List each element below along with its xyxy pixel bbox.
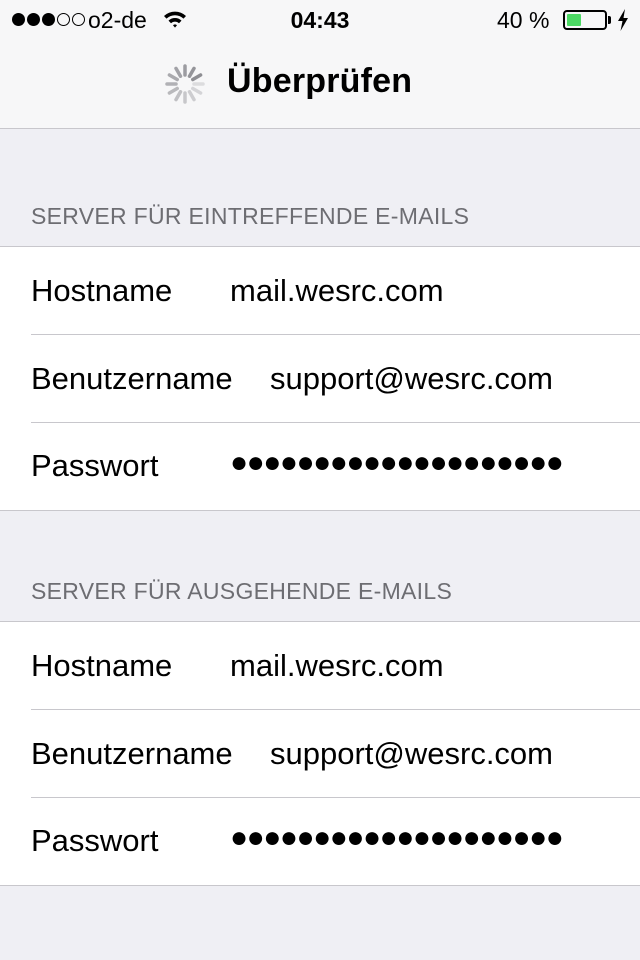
battery-percentage: 40 % <box>497 7 550 33</box>
outgoing-hostname-field[interactable]: mail.wesrc.com <box>230 648 444 684</box>
spinner-spoke <box>167 86 179 95</box>
outgoing-server-group: Hostname mail.wesrc.com Benutzername sup… <box>0 621 640 886</box>
incoming-username-row[interactable]: Benutzername support@wesrc.com <box>0 335 640 423</box>
nav-title: Überprüfen <box>227 62 413 100</box>
navigation-bar: Überprüfen <box>0 40 640 128</box>
battery-icon <box>563 10 607 30</box>
hostname-label: Hostname <box>31 648 173 683</box>
username-label: Benutzername <box>31 736 233 771</box>
password-label: Passwort <box>31 823 159 858</box>
outgoing-username-row[interactable]: Benutzername support@wesrc.com <box>0 710 640 798</box>
outgoing-hostname-row[interactable]: Hostname mail.wesrc.com <box>0 622 640 710</box>
spinner-spoke <box>167 73 179 82</box>
incoming-server-group: Hostname mail.wesrc.com Benutzername sup… <box>0 246 640 511</box>
incoming-password-field[interactable]: ●●●●●●●●●●●●●●●●●●●● <box>230 446 564 480</box>
spinner-spoke <box>191 73 203 82</box>
incoming-username-field[interactable]: support@wesrc.com <box>270 361 553 397</box>
activity-spinner-icon <box>165 64 205 104</box>
outgoing-server-header: SERVER FÜR AUSGEHENDE E-MAILS <box>31 578 453 604</box>
outgoing-password-field[interactable]: ●●●●●●●●●●●●●●●●●●●● <box>230 821 564 855</box>
spinner-spoke <box>191 86 203 95</box>
outgoing-username-field[interactable]: support@wesrc.com <box>270 736 553 772</box>
header: o2-de 04:43 40 % Überprüfen <box>0 0 640 129</box>
battery-tip <box>608 16 611 24</box>
outgoing-password-row[interactable]: Passwort ●●●●●●●●●●●●●●●●●●●● <box>0 797 640 885</box>
password-label: Passwort <box>31 448 159 483</box>
incoming-password-row[interactable]: Passwort ●●●●●●●●●●●●●●●●●●●● <box>0 422 640 510</box>
username-label: Benutzername <box>31 361 233 396</box>
status-bar: o2-de 04:43 40 % <box>0 0 640 40</box>
hostname-label: Hostname <box>31 273 173 308</box>
spinner-spoke <box>174 66 183 78</box>
spinner-spoke <box>187 66 196 78</box>
incoming-hostname-row[interactable]: Hostname mail.wesrc.com <box>0 247 640 335</box>
incoming-hostname-field[interactable]: mail.wesrc.com <box>230 273 444 309</box>
bolt-icon <box>617 9 629 37</box>
spinner-spoke <box>174 90 183 102</box>
battery-level <box>567 14 581 26</box>
incoming-server-header: SERVER FÜR EINTREFFENDE E-MAILS <box>31 203 470 229</box>
spinner-spoke <box>187 90 196 102</box>
